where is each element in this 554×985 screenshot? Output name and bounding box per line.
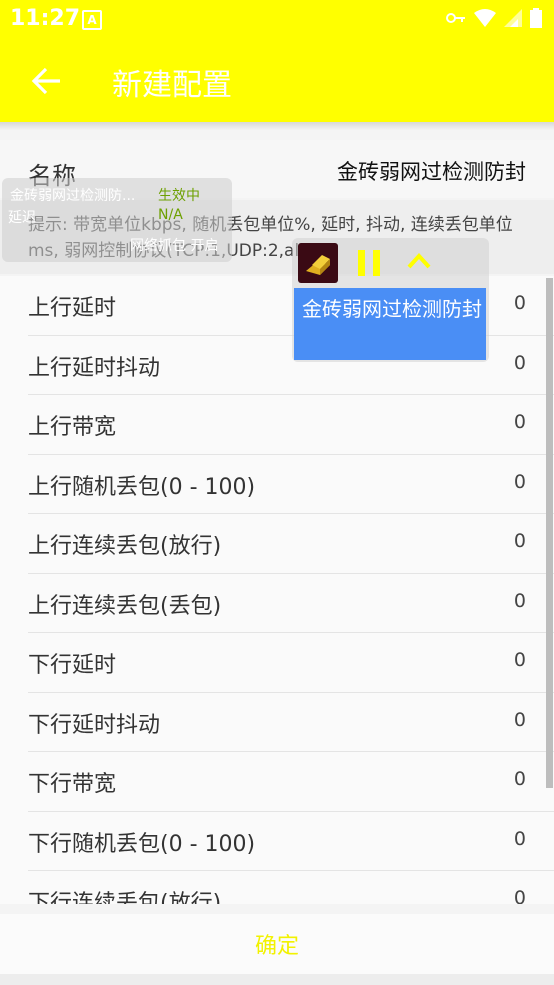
chevron-up-icon[interactable] <box>406 250 432 270</box>
setting-label: 下行带宽 <box>28 772 117 797</box>
gold-brick-icon[interactable] <box>298 243 338 283</box>
setting-row[interactable]: 下行延时抖动 0 <box>28 693 554 752</box>
setting-label: 上行连续丢包(丢包) <box>28 593 222 619</box>
setting-label: 上行延时 <box>28 296 117 321</box>
setting-label: 上行随机丢包(0 - 100) <box>28 474 256 500</box>
setting-value[interactable]: 0 <box>514 352 526 374</box>
setting-label: 上行带宽 <box>28 415 117 440</box>
pause-icon[interactable] <box>356 248 382 278</box>
setting-value[interactable]: 0 <box>514 471 526 493</box>
setting-value[interactable]: 0 <box>514 649 526 671</box>
setting-label: 下行随机丢包(0 - 100) <box>28 831 256 857</box>
setting-row[interactable]: 下行延时 0 <box>28 633 554 693</box>
setting-value[interactable]: 0 <box>514 709 526 731</box>
vpn-key-icon <box>446 13 465 23</box>
setting-row[interactable]: 上行连续丢包(丢包) 0 <box>28 574 554 633</box>
overlay-metric-label: 延迟 <box>8 210 36 226</box>
floating-card-text: 金砖弱网过检测防封 <box>302 297 482 321</box>
page-title: 新建配置 <box>112 68 232 103</box>
app-bar-shadow <box>0 122 554 130</box>
setting-label: 下行延时 <box>28 653 117 678</box>
setting-value[interactable]: 0 <box>514 530 526 552</box>
settings-list[interactable]: 上行延时 0 上行延时抖动 0 上行带宽 0 上行随机丢包(0 - 100) 0 上行连… <box>0 276 554 904</box>
setting-row[interactable]: 上行随机丢包(0 - 100) 0 <box>28 455 554 514</box>
name-value[interactable]: 金砖弱网过检测防封 <box>337 156 526 186</box>
setting-row[interactable]: 下行带宽 0 <box>28 752 554 812</box>
setting-value[interactable]: 0 <box>514 292 526 314</box>
setting-value[interactable]: 0 <box>514 768 526 790</box>
setting-label: 下行连续丢包(放行) <box>28 891 222 904</box>
status-icons <box>446 8 542 28</box>
setting-label: 下行延时抖动 <box>28 712 161 738</box>
notification-icon: A <box>82 10 102 30</box>
status-overlay[interactable]: 金砖弱网过检测防... 生效中 延迟 N/A 网络抓包 开启 <box>2 178 232 262</box>
battery-icon <box>530 8 542 28</box>
back-arrow-icon[interactable] <box>30 64 64 98</box>
scrollbar[interactable] <box>546 278 553 788</box>
overlay-app-name: 金砖弱网过检测防... <box>10 188 136 204</box>
overlay-metric-value: N/A <box>158 207 183 223</box>
floating-config-card[interactable]: 金砖弱网过检测防封 <box>294 288 486 360</box>
wifi-icon <box>474 9 496 27</box>
bottom-edge <box>0 974 554 985</box>
app-bar: 11:27 A 新建配置 <box>0 0 554 122</box>
signal-icon <box>504 9 522 27</box>
setting-value[interactable]: 0 <box>514 590 526 612</box>
setting-value[interactable]: 0 <box>514 411 526 433</box>
overlay-capture: 网络抓包 开启 <box>130 238 219 254</box>
setting-label: 上行连续丢包(放行) <box>28 534 222 559</box>
floating-control[interactable]: 金砖弱网过检测防封 <box>292 238 489 362</box>
setting-label: 上行延时抖动 <box>28 355 161 381</box>
confirm-bar: 确定 <box>0 914 554 974</box>
overlay-status: 生效中 <box>158 188 200 204</box>
setting-value[interactable]: 0 <box>514 887 526 904</box>
setting-row[interactable]: 下行随机丢包(0 - 100) 0 <box>28 812 554 871</box>
setting-row[interactable]: 上行连续丢包(放行) 0 <box>28 514 554 574</box>
status-time: 11:27 <box>10 6 81 31</box>
setting-value[interactable]: 0 <box>514 828 526 850</box>
setting-row[interactable]: 下行连续丢包(放行) 0 <box>28 871 554 904</box>
confirm-button[interactable]: 确定 <box>0 928 554 960</box>
setting-row[interactable]: 上行带宽 0 <box>28 395 554 455</box>
